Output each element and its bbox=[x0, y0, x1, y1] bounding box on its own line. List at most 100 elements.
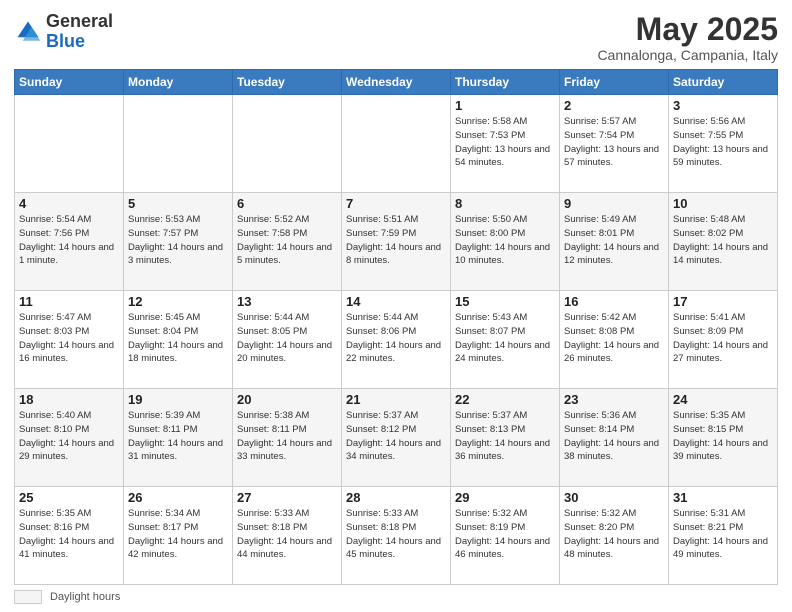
calendar-col-tuesday: Tuesday bbox=[233, 70, 342, 95]
calendar-cell: 6 Sunrise: 5:52 AM Sunset: 7:58 PM Daylig… bbox=[233, 193, 342, 291]
calendar-header-row: SundayMondayTuesdayWednesdayThursdayFrid… bbox=[15, 70, 778, 95]
calendar-cell: 13 Sunrise: 5:44 AM Sunset: 8:05 PM Dayli… bbox=[233, 291, 342, 389]
calendar-cell: 4 Sunrise: 5:54 AM Sunset: 7:56 PM Daylig… bbox=[15, 193, 124, 291]
calendar-col-saturday: Saturday bbox=[669, 70, 778, 95]
calendar-cell: 5Sunrise: 5:53 AM Sunset: 7:57 PM Daylig… bbox=[124, 193, 233, 291]
day-info: Sunrise: 5:48 AM Sunset: 8:02 PM Dayligh… bbox=[673, 213, 773, 268]
day-number: 12 bbox=[128, 294, 228, 309]
day-info: Sunrise: 5:56 AM Sunset: 7:55 PM Dayligh… bbox=[673, 115, 773, 170]
day-number: 7 bbox=[346, 196, 446, 211]
calendar-cell: 2Sunrise: 5:57 AM Sunset: 7:54 PM Daylig… bbox=[560, 95, 669, 193]
calendar-col-monday: Monday bbox=[124, 70, 233, 95]
day-number: 6 bbox=[237, 196, 337, 211]
day-number: 30 bbox=[564, 490, 664, 505]
day-info: Sunrise: 5:52 AM Sunset: 7:58 PM Dayligh… bbox=[237, 213, 337, 268]
day-info: Sunrise: 5:47 AM Sunset: 8:03 PM Dayligh… bbox=[19, 311, 119, 366]
day-number: 18 bbox=[19, 392, 119, 407]
calendar-cell: 30 Sunrise: 5:32 AM Sunset: 8:20 PM Dayli… bbox=[560, 487, 669, 585]
header: General Blue May 2025 Cannalonga, Campan… bbox=[14, 12, 778, 63]
day-info: Sunrise: 5:43 AM Sunset: 8:07 PM Dayligh… bbox=[455, 311, 555, 366]
calendar-cell bbox=[342, 95, 451, 193]
day-info: Sunrise: 5:33 AM Sunset: 8:18 PM Dayligh… bbox=[346, 507, 446, 562]
logo-icon bbox=[14, 18, 42, 46]
day-info: Sunrise: 5:58 AM Sunset: 7:53 PM Dayligh… bbox=[455, 115, 555, 170]
day-number: 14 bbox=[346, 294, 446, 309]
logo-general-text: General bbox=[46, 11, 113, 31]
day-number: 25 bbox=[19, 490, 119, 505]
day-info: Sunrise: 5:34 AM Sunset: 8:17 PM Dayligh… bbox=[128, 507, 228, 562]
day-number: 20 bbox=[237, 392, 337, 407]
calendar-cell: 25 Sunrise: 5:35 AM Sunset: 8:16 PM Dayli… bbox=[15, 487, 124, 585]
calendar-week-row: 11 Sunrise: 5:47 AM Sunset: 8:03 PM Dayli… bbox=[15, 291, 778, 389]
day-number: 19 bbox=[128, 392, 228, 407]
day-info: Sunrise: 5:51 AM Sunset: 7:59 PM Dayligh… bbox=[346, 213, 446, 268]
logo-blue-text: Blue bbox=[46, 31, 85, 51]
day-info: Sunrise: 5:42 AM Sunset: 8:08 PM Dayligh… bbox=[564, 311, 664, 366]
calendar-week-row: 25 Sunrise: 5:35 AM Sunset: 8:16 PM Dayli… bbox=[15, 487, 778, 585]
day-number: 9 bbox=[564, 196, 664, 211]
day-info: Sunrise: 5:49 AM Sunset: 8:01 PM Dayligh… bbox=[564, 213, 664, 268]
footer-note: Daylight hours bbox=[14, 590, 778, 604]
calendar-table: SundayMondayTuesdayWednesdayThursdayFrid… bbox=[14, 69, 778, 585]
day-info: Sunrise: 5:33 AM Sunset: 8:18 PM Dayligh… bbox=[237, 507, 337, 562]
calendar-cell: 23 Sunrise: 5:36 AM Sunset: 8:14 PM Dayli… bbox=[560, 389, 669, 487]
calendar-cell: 1 Sunrise: 5:58 AM Sunset: 7:53 PM Daylig… bbox=[451, 95, 560, 193]
day-info: Sunrise: 5:44 AM Sunset: 8:05 PM Dayligh… bbox=[237, 311, 337, 366]
day-number: 21 bbox=[346, 392, 446, 407]
day-number: 11 bbox=[19, 294, 119, 309]
calendar-cell bbox=[124, 95, 233, 193]
calendar-week-row: 1 Sunrise: 5:58 AM Sunset: 7:53 PM Daylig… bbox=[15, 95, 778, 193]
day-number: 3 bbox=[673, 98, 773, 113]
day-number: 15 bbox=[455, 294, 555, 309]
day-number: 23 bbox=[564, 392, 664, 407]
day-number: 1 bbox=[455, 98, 555, 113]
day-info: Sunrise: 5:50 AM Sunset: 8:00 PM Dayligh… bbox=[455, 213, 555, 268]
calendar-cell: 16 Sunrise: 5:42 AM Sunset: 8:08 PM Dayli… bbox=[560, 291, 669, 389]
day-info: Sunrise: 5:31 AM Sunset: 8:21 PM Dayligh… bbox=[673, 507, 773, 562]
day-info: Sunrise: 5:36 AM Sunset: 8:14 PM Dayligh… bbox=[564, 409, 664, 464]
day-info: Sunrise: 5:39 AM Sunset: 8:11 PM Dayligh… bbox=[128, 409, 228, 464]
day-info: Sunrise: 5:35 AM Sunset: 8:15 PM Dayligh… bbox=[673, 409, 773, 464]
calendar-col-thursday: Thursday bbox=[451, 70, 560, 95]
calendar-cell: 10 Sunrise: 5:48 AM Sunset: 8:02 PM Dayli… bbox=[669, 193, 778, 291]
calendar-cell bbox=[15, 95, 124, 193]
calendar-cell bbox=[233, 95, 342, 193]
calendar-week-row: 4 Sunrise: 5:54 AM Sunset: 7:56 PM Daylig… bbox=[15, 193, 778, 291]
day-info: Sunrise: 5:37 AM Sunset: 8:12 PM Dayligh… bbox=[346, 409, 446, 464]
calendar-cell: 21 Sunrise: 5:37 AM Sunset: 8:12 PM Dayli… bbox=[342, 389, 451, 487]
day-info: Sunrise: 5:57 AM Sunset: 7:54 PM Dayligh… bbox=[564, 115, 664, 170]
day-number: 31 bbox=[673, 490, 773, 505]
calendar-cell: 7 Sunrise: 5:51 AM Sunset: 7:59 PM Daylig… bbox=[342, 193, 451, 291]
day-info: Sunrise: 5:35 AM Sunset: 8:16 PM Dayligh… bbox=[19, 507, 119, 562]
calendar-cell: 14Sunrise: 5:44 AM Sunset: 8:06 PM Dayli… bbox=[342, 291, 451, 389]
day-info: Sunrise: 5:32 AM Sunset: 8:19 PM Dayligh… bbox=[455, 507, 555, 562]
day-info: Sunrise: 5:40 AM Sunset: 8:10 PM Dayligh… bbox=[19, 409, 119, 464]
day-number: 10 bbox=[673, 196, 773, 211]
page: General Blue May 2025 Cannalonga, Campan… bbox=[0, 0, 792, 612]
day-number: 4 bbox=[19, 196, 119, 211]
day-info: Sunrise: 5:38 AM Sunset: 8:11 PM Dayligh… bbox=[237, 409, 337, 464]
day-info: Sunrise: 5:54 AM Sunset: 7:56 PM Dayligh… bbox=[19, 213, 119, 268]
day-number: 16 bbox=[564, 294, 664, 309]
footer-label: Daylight hours bbox=[50, 591, 120, 603]
calendar-cell: 29 Sunrise: 5:32 AM Sunset: 8:19 PM Dayli… bbox=[451, 487, 560, 585]
day-number: 22 bbox=[455, 392, 555, 407]
calendar-cell: 24 Sunrise: 5:35 AM Sunset: 8:15 PM Dayli… bbox=[669, 389, 778, 487]
calendar-col-friday: Friday bbox=[560, 70, 669, 95]
calendar-cell: 20 Sunrise: 5:38 AM Sunset: 8:11 PM Dayli… bbox=[233, 389, 342, 487]
calendar-week-row: 18 Sunrise: 5:40 AM Sunset: 8:10 PM Dayli… bbox=[15, 389, 778, 487]
day-number: 17 bbox=[673, 294, 773, 309]
calendar-cell: 28Sunrise: 5:33 AM Sunset: 8:18 PM Dayli… bbox=[342, 487, 451, 585]
day-number: 29 bbox=[455, 490, 555, 505]
main-title: May 2025 bbox=[597, 12, 778, 47]
calendar-cell: 9 Sunrise: 5:49 AM Sunset: 8:01 PM Daylig… bbox=[560, 193, 669, 291]
calendar-col-sunday: Sunday bbox=[15, 70, 124, 95]
day-number: 24 bbox=[673, 392, 773, 407]
day-number: 5 bbox=[128, 196, 228, 211]
subtitle: Cannalonga, Campania, Italy bbox=[597, 47, 778, 63]
day-number: 13 bbox=[237, 294, 337, 309]
day-number: 27 bbox=[237, 490, 337, 505]
day-info: Sunrise: 5:32 AM Sunset: 8:20 PM Dayligh… bbox=[564, 507, 664, 562]
calendar-cell: 17Sunrise: 5:41 AM Sunset: 8:09 PM Dayli… bbox=[669, 291, 778, 389]
calendar-cell: 3 Sunrise: 5:56 AM Sunset: 7:55 PM Daylig… bbox=[669, 95, 778, 193]
